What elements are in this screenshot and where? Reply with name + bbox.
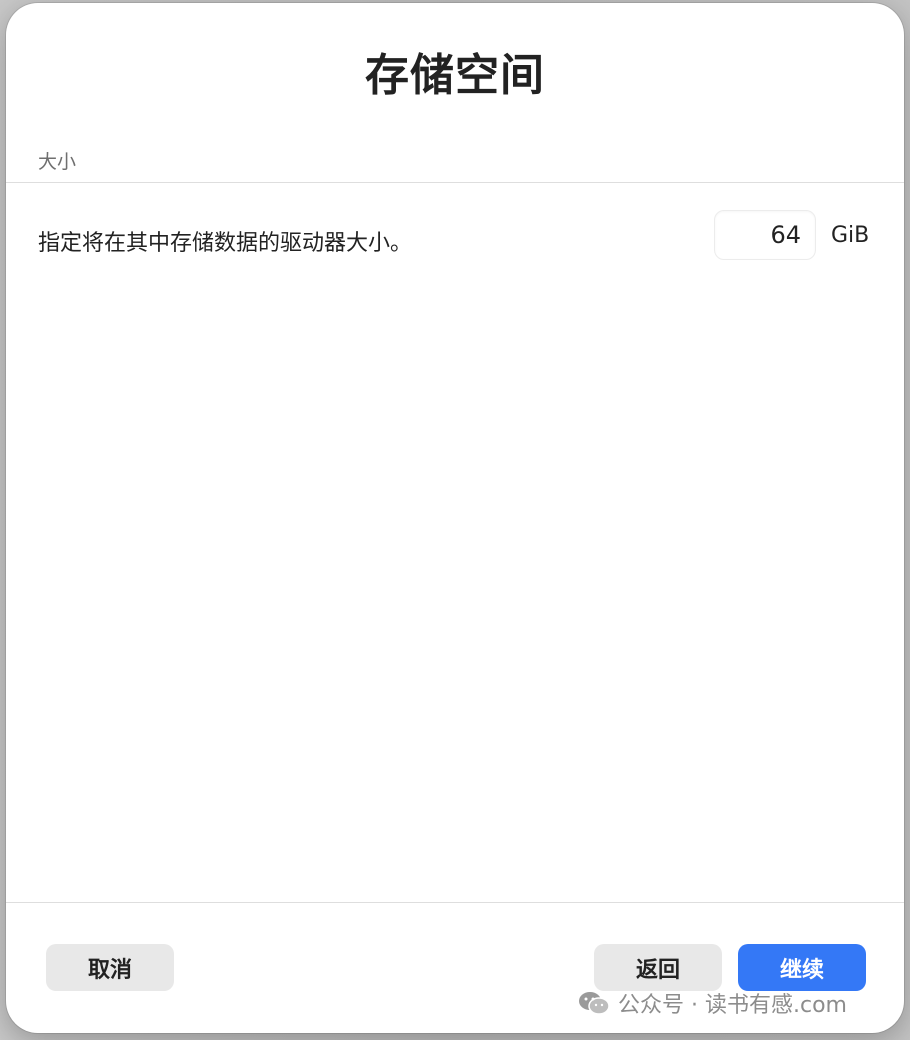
continue-button[interactable]: 继续: [738, 944, 866, 991]
storage-dialog: 存储空间 大小 指定将在其中存储数据的驱动器大小。 GiB 取消 返回 继续: [6, 3, 904, 1033]
section-label-size: 大小: [38, 151, 77, 173]
dialog-title: 存储空间: [365, 50, 545, 101]
disk-size-input[interactable]: [714, 210, 816, 260]
footer-divider: [6, 902, 904, 903]
watermark-text: 公众号 · 读书有感.com: [618, 993, 847, 1018]
watermark: 公众号 · 读书有感.com: [578, 986, 847, 1020]
cancel-button[interactable]: 取消: [46, 944, 174, 991]
section-divider: [6, 182, 904, 183]
size-description: 指定将在其中存储数据的驱动器大小。: [38, 231, 413, 256]
back-button[interactable]: 返回: [594, 944, 722, 991]
size-unit-label: GiB: [831, 223, 870, 248]
wechat-icon: [579, 992, 610, 1015]
